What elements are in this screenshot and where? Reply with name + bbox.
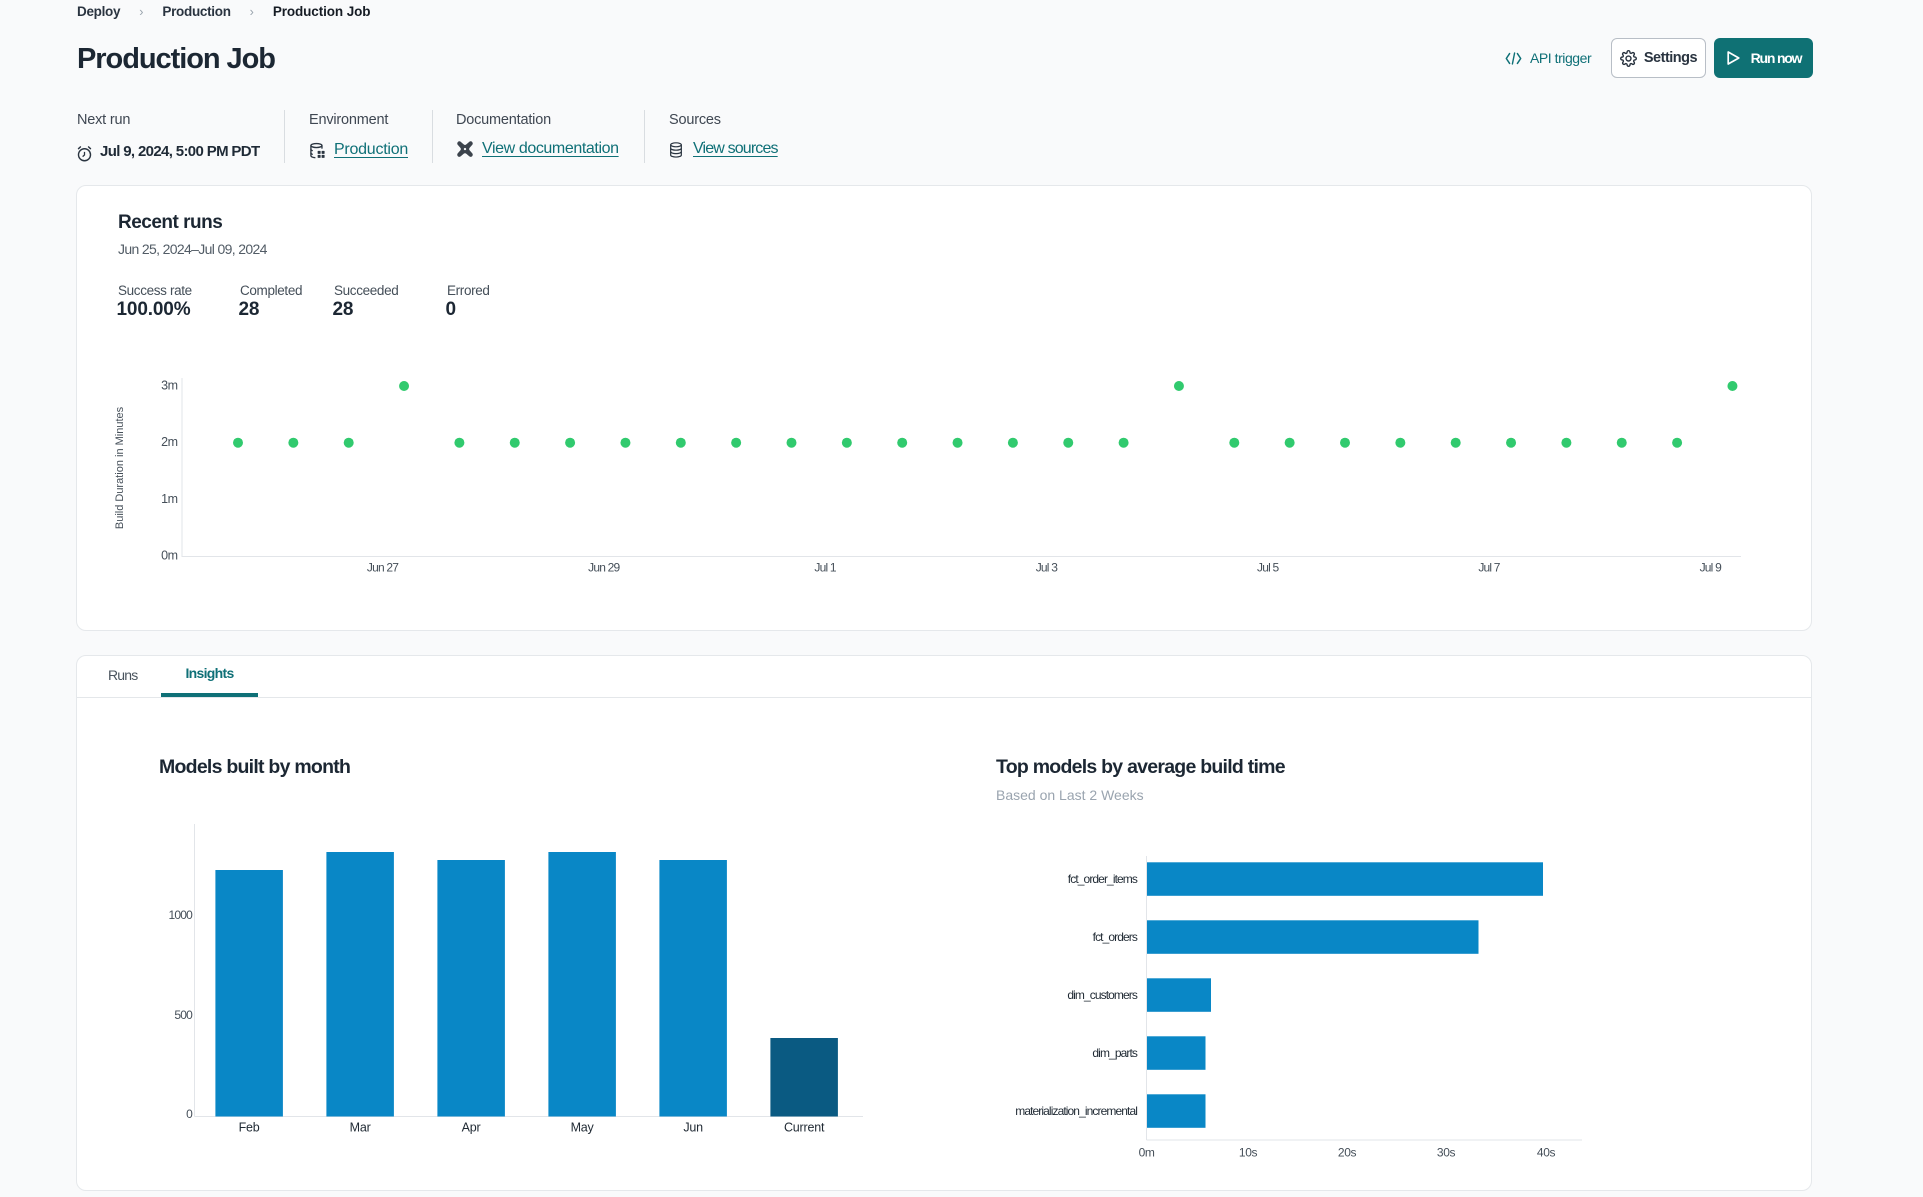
- svg-text:40s: 40s: [1537, 1146, 1556, 1160]
- svg-text:Mar: Mar: [350, 1121, 371, 1135]
- svg-text:Jul 3: Jul 3: [1036, 561, 1058, 575]
- svg-text:May: May: [571, 1121, 595, 1135]
- svg-text:1m: 1m: [161, 492, 177, 506]
- svg-text:0m: 0m: [161, 549, 177, 563]
- svg-text:Jul 7: Jul 7: [1478, 561, 1500, 575]
- svg-text:20s: 20s: [1338, 1146, 1357, 1160]
- svg-text:1000: 1000: [169, 908, 194, 922]
- svg-text:dim_customers: dim_customers: [1067, 988, 1138, 1002]
- svg-text:materialization_incremental: materialization_incremental: [1015, 1104, 1137, 1118]
- svg-text:0m: 0m: [1139, 1146, 1155, 1160]
- svg-text:2m: 2m: [161, 435, 177, 449]
- svg-text:Jul 1: Jul 1: [814, 561, 836, 575]
- svg-text:3m: 3m: [161, 379, 177, 393]
- svg-text:Build Duration in Minutes: Build Duration in Minutes: [114, 406, 126, 529]
- svg-text:Jun: Jun: [683, 1121, 703, 1135]
- svg-text:dim_parts: dim_parts: [1092, 1046, 1137, 1060]
- svg-text:Feb: Feb: [239, 1121, 260, 1135]
- svg-text:500: 500: [174, 1008, 193, 1022]
- svg-text:fct_order_items: fct_order_items: [1068, 872, 1138, 886]
- svg-text:30s: 30s: [1437, 1146, 1456, 1160]
- svg-text:Apr: Apr: [462, 1121, 481, 1135]
- svg-text:Jun 29: Jun 29: [588, 561, 620, 575]
- svg-text:Jul 9: Jul 9: [1700, 561, 1722, 575]
- svg-text:0: 0: [186, 1107, 193, 1121]
- svg-text:fct_orders: fct_orders: [1093, 930, 1138, 944]
- svg-text:10s: 10s: [1239, 1146, 1258, 1160]
- svg-text:Current: Current: [784, 1121, 825, 1135]
- svg-text:Jun 27: Jun 27: [367, 561, 399, 575]
- svg-text:Jul 5: Jul 5: [1257, 561, 1279, 575]
